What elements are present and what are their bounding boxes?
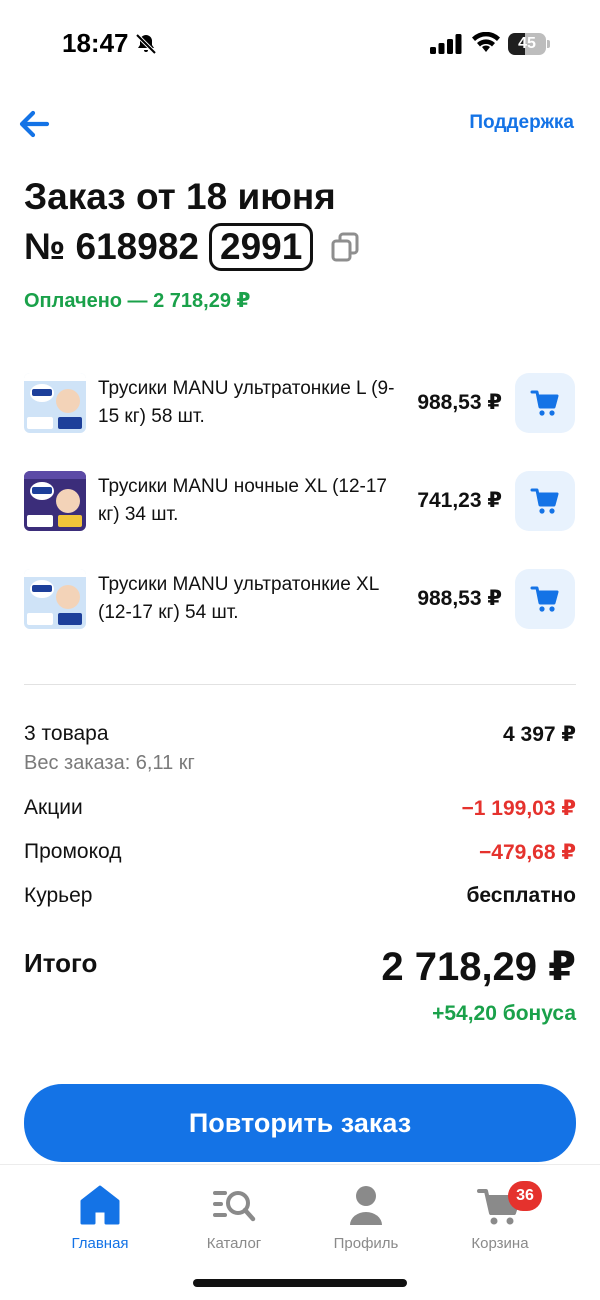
promocode-label: Промокод <box>24 840 122 863</box>
tab-cart-label: Корзина <box>471 1235 529 1252</box>
goods-count-label: 3 товара <box>24 722 109 745</box>
cart-count-badge: 36 <box>508 1181 542 1211</box>
product-image <box>24 373 86 433</box>
home-indicator <box>193 1279 407 1287</box>
bonus-amount: +54,20 бонуса <box>432 1002 576 1025</box>
summary-courier-row: Курьер бесплатно <box>24 884 576 914</box>
summary-promo-row: Акции −1 199,03 ₽ <box>24 796 576 826</box>
page-title: Заказ от 18 июня № 618982 2991 <box>24 172 584 272</box>
promo-label: Акции <box>24 796 83 819</box>
courier-label: Курьер <box>24 884 93 907</box>
tab-home[interactable]: Главная <box>40 1183 160 1252</box>
item-name: Трусики MANU ультратонкие L (9-15 кг) 58… <box>98 378 395 427</box>
tab-home-label: Главная <box>71 1235 129 1252</box>
tab-catalog[interactable]: Каталог <box>174 1183 294 1252</box>
goods-total-value: 4 397 ₽ <box>503 723 576 746</box>
order-items-list: Трусики MANU ультратонкие L (9-15 кг) 58… <box>0 360 600 654</box>
back-arrow-icon[interactable] <box>16 106 52 142</box>
list-item[interactable]: Трусики MANU ультратонкие L (9-15 кг) 58… <box>0 360 600 458</box>
order-weight: Вес заказа: 6,11 кг <box>24 752 195 774</box>
tab-cart[interactable]: 36 Корзина <box>440 1181 560 1252</box>
cart-icon <box>530 390 559 416</box>
order-number: № 618982 <box>24 226 199 267</box>
cart-icon <box>530 488 559 514</box>
bell-muted-icon <box>135 33 157 55</box>
copy-icon[interactable] <box>331 232 359 262</box>
order-summary: 3 товара 4 397 ₽ Вес заказа: 6,11 кг Акц… <box>24 722 576 914</box>
product-image <box>24 569 86 629</box>
profile-icon <box>350 1186 382 1225</box>
list-item[interactable]: Трусики MANU ночные XL (12-17 кг) 34 шт.… <box>0 458 600 556</box>
promocode-value: −479,68 ₽ <box>479 841 576 864</box>
summary-code-row: Промокод −479,68 ₽ <box>24 840 576 870</box>
battery-indicator: 45 <box>508 33 550 55</box>
list-item[interactable]: Трусики MANU ультратонкие XL (12-17 кг) … <box>0 556 600 654</box>
add-to-cart-button[interactable] <box>515 569 575 629</box>
item-price: 988,53 ₽ <box>417 391 502 414</box>
summary-goods-row: 3 товара 4 397 ₽ <box>24 722 576 752</box>
promo-value: −1 199,03 ₽ <box>461 797 576 820</box>
tab-profile-label: Профиль <box>333 1235 399 1252</box>
support-link[interactable]: Поддержка <box>469 112 574 134</box>
battery-percent: 45 <box>518 35 536 52</box>
catalog-search-icon <box>213 1191 256 1222</box>
signal-icon <box>430 34 462 54</box>
total-label: Итого <box>24 948 98 978</box>
tab-catalog-label: Каталог <box>206 1235 262 1252</box>
add-to-cart-button[interactable] <box>515 373 575 433</box>
total-value: 2 718,29 ₽ <box>381 945 576 989</box>
add-to-cart-button[interactable] <box>515 471 575 531</box>
divider <box>24 684 576 685</box>
status-time: 18:47 <box>62 28 129 58</box>
home-icon <box>80 1185 120 1225</box>
payment-status: Оплачено — 2 718,29 ₽ <box>24 290 251 312</box>
item-name: Трусики MANU ночные XL (12-17 кг) 34 шт. <box>98 476 387 525</box>
product-image <box>24 471 86 531</box>
repeat-order-button[interactable]: Повторить заказ <box>24 1084 576 1162</box>
order-code: 2991 <box>209 223 314 271</box>
item-price: 988,53 ₽ <box>417 587 502 610</box>
item-price: 741,23 ₽ <box>417 489 502 512</box>
item-name: Трусики MANU ультратонкие XL (12-17 кг) … <box>98 574 379 623</box>
wifi-icon <box>472 32 500 52</box>
tab-profile[interactable]: Профиль <box>306 1183 426 1252</box>
courier-value: бесплатно <box>466 884 576 907</box>
status-bar: 18:47 45 <box>0 0 600 90</box>
cart-icon <box>530 586 559 612</box>
order-date-title: Заказ от 18 июня <box>24 176 336 217</box>
